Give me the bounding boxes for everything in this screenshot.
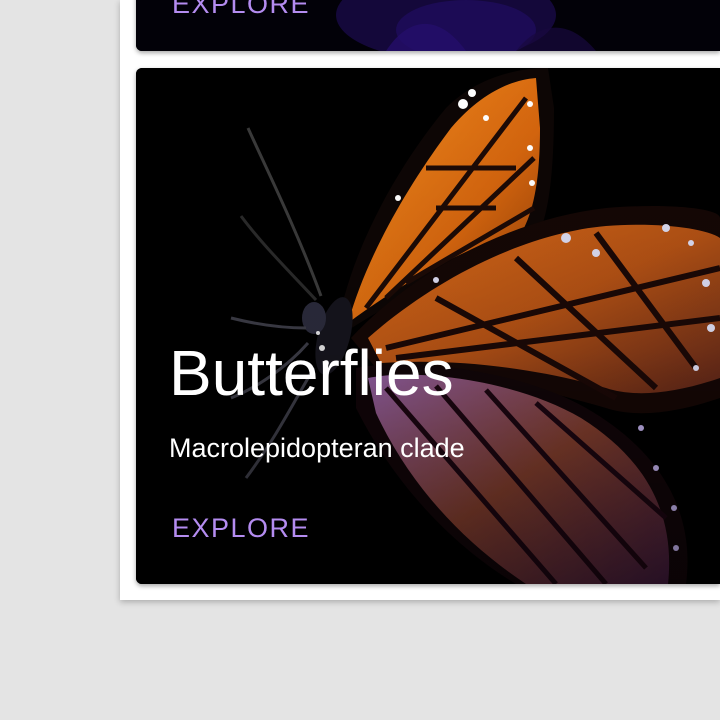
card-title: Butterflies [169, 337, 454, 409]
explore-button[interactable]: EXPLORE [164, 509, 318, 548]
card-subtitle: Macrolepidopteran clade [169, 433, 465, 463]
butterfly-image [136, 68, 720, 584]
card-previous[interactable]: EXPLORE [136, 0, 720, 51]
card-butterflies[interactable]: Butterflies Macrolepidopteran clade EXPL… [136, 68, 720, 584]
explore-button[interactable]: EXPLORE [164, 0, 318, 24]
